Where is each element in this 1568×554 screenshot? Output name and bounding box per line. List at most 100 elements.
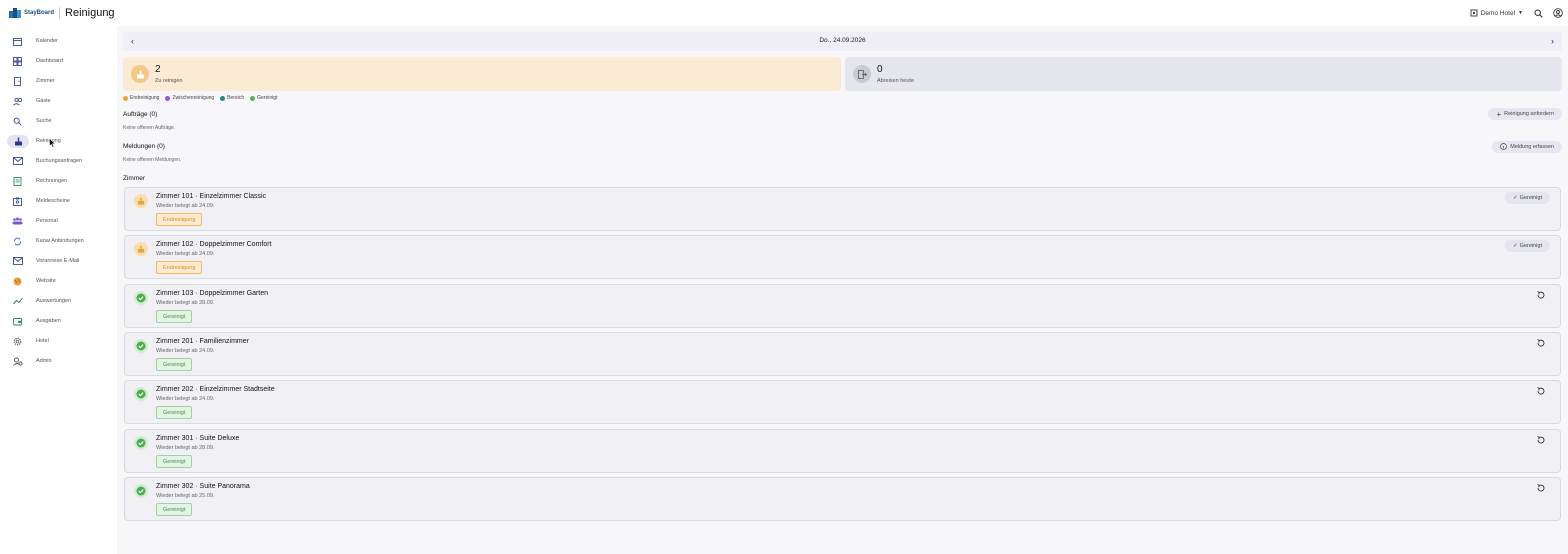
room-card: Zimmer 102 · Doppelzimmer Comfort Wieder… (124, 235, 1561, 279)
sidebar-item-rechnungen[interactable]: Rechnungen (0, 173, 117, 189)
sidebar-item-hotel[interactable]: Hotel (0, 333, 117, 349)
plus-icon: + (1496, 109, 1502, 119)
undo-icon[interactable] (1536, 435, 1546, 445)
check-circle-icon (134, 291, 148, 305)
sidebar-item-label: Buchungsanfragen (36, 158, 83, 164)
sidebar-item-label: Kanal Anbindungen (36, 238, 84, 244)
check-icon: ✓ (1513, 195, 1518, 201)
undo-icon[interactable] (1536, 338, 1546, 348)
stat-card-to-clean[interactable]: 2 Zu reinigen (123, 57, 841, 91)
admin-icon (12, 356, 23, 367)
room-card: Zimmer 101 · Einzelzimmer Classic Wieder… (124, 187, 1561, 231)
room-card: Zimmer 301 · Suite Deluxe Wieder belegt … (124, 429, 1561, 473)
sidebar-item-suche[interactable]: Suche (0, 113, 117, 129)
main-content: ‹ Do., 24.09.2026 › 2 Zu reinigen 0 Abre… (117, 26, 1568, 554)
broom-icon (7, 134, 29, 148)
sidebar-item-meldescheine[interactable]: Meldescheine (0, 193, 117, 209)
sidebar-item-label: Zimmer (36, 78, 55, 84)
envelope-icon (12, 256, 23, 267)
sync-icon (12, 236, 23, 247)
sidebar-item-personal[interactable]: Personal (0, 213, 117, 229)
sidebar-item-reinigung[interactable]: Reinigung (0, 133, 117, 149)
sidebar-item-label: Kalender (36, 38, 59, 44)
request-cleaning-button[interactable]: + Reinigung anfordern (1488, 108, 1562, 120)
stat-value: 0 (877, 64, 883, 75)
sidebar-item-website[interactable]: Website (0, 273, 117, 289)
hotel-selector[interactable]: Demo Hotel ▼ (1470, 9, 1523, 17)
undo-icon[interactable] (1536, 386, 1546, 396)
sidebar-item-auswertungen[interactable]: Auswertungen (0, 293, 117, 309)
chevron-down-icon: ▼ (1518, 10, 1523, 16)
room-occupancy: Wieder belegt ab 24.09. (156, 251, 215, 257)
sidebar-item-kalender[interactable]: Kalender (0, 33, 117, 49)
check-circle-icon (134, 339, 148, 353)
sidebar-item-kanal[interactable]: Kanal Anbindungen (0, 233, 117, 249)
sidebar-item-admin[interactable]: Admin (0, 353, 117, 369)
sidebar-item-voranreise[interactable]: Voranreise E-Mail (0, 253, 117, 269)
status-badge: Gereinigt (156, 358, 193, 371)
broom-icon (134, 242, 148, 256)
account-icon[interactable] (1553, 8, 1563, 18)
dashboard-icon (12, 56, 23, 67)
room-name: Zimmer 302 · Suite Panorama (156, 483, 250, 490)
status-badge: Endreinigung (156, 213, 203, 226)
sidebar-item-label: Hotel (36, 338, 49, 344)
sidebar: Kalender Dashboard Zimmer Gäste Suche Re… (0, 26, 117, 554)
check-icon: ✓ (1513, 243, 1518, 249)
chart-icon (12, 296, 23, 307)
sidebar-item-label: Meldescheine (36, 198, 70, 204)
chevron-right-icon[interactable]: › (1551, 36, 1554, 46)
sidebar-item-dashboard[interactable]: Dashboard (0, 53, 117, 69)
legend-item: Bereich (220, 95, 244, 101)
create-report-button[interactable]: Meldung erfassen (1492, 141, 1562, 153)
button-label: Meldung erfassen (1510, 144, 1554, 150)
search-icon[interactable] (1533, 8, 1543, 18)
sidebar-item-label: Gäste (36, 98, 51, 104)
room-occupancy: Wieder belegt ab 28.09. (156, 300, 215, 306)
check-circle-icon (134, 484, 148, 498)
sidebar-item-ausgaben[interactable]: Ausgaben (0, 313, 117, 329)
app-header: StayBoard Reinigung Demo Hotel ▼ (0, 0, 1568, 26)
status-badge: Gereinigt (156, 455, 193, 468)
room-card: Zimmer 103 · Doppelzimmer Garten Wieder … (124, 284, 1561, 328)
room-occupancy: Wieder belegt ab 28.09. (156, 445, 215, 451)
sidebar-item-label: Ausgaben (36, 318, 61, 324)
room-card: Zimmer 201 · Familienzimmer Wieder beleg… (124, 332, 1561, 376)
stat-card-departures[interactable]: 0 Abreisen heute (845, 57, 1562, 91)
gear-icon (12, 336, 23, 347)
rooms-title: Zimmer (123, 175, 146, 182)
legend-item: Endreinigung (123, 95, 159, 101)
reports-empty: Keine offenen Meldungen. (123, 157, 182, 163)
hotel-name: Demo Hotel (1480, 9, 1516, 17)
sidebar-item-gaeste[interactable]: Gäste (0, 93, 117, 109)
status-badge: Gereinigt (156, 310, 193, 323)
reports-title: Meldungen (0) (123, 143, 165, 150)
building-icon (1470, 9, 1478, 17)
sidebar-item-label: Suche (36, 118, 52, 124)
status-badge: Endreinigung (156, 261, 203, 274)
orders-title: Aufträge (0) (123, 111, 158, 118)
room-name: Zimmer 202 · Einzelzimmer Stadtseite (156, 386, 275, 393)
room-occupancy: Wieder belegt ab 24.09. (156, 396, 215, 402)
legend-item: Gereinigt (250, 95, 277, 101)
date-navigator: ‹ Do., 24.09.2026 › (123, 32, 1562, 51)
calendar-icon (12, 36, 23, 47)
undo-icon[interactable] (1536, 290, 1546, 300)
team-icon (12, 216, 23, 227)
sidebar-item-zimmer[interactable]: Zimmer (0, 73, 117, 89)
info-icon (1500, 142, 1508, 152)
search-icon (12, 116, 23, 127)
room-name: Zimmer 101 · Einzelzimmer Classic (156, 193, 267, 200)
sidebar-item-buchungsanfragen[interactable]: Buchungsanfragen (0, 153, 117, 169)
mark-cleaned-button[interactable]: ✓ Gereinigt (1505, 192, 1550, 204)
room-name: Zimmer 102 · Doppelzimmer Comfort (156, 241, 272, 248)
undo-icon[interactable] (1536, 483, 1546, 493)
status-badge: Gereinigt (156, 503, 193, 516)
logo-text: StayBoard (24, 10, 55, 16)
sidebar-item-label: Website (36, 278, 56, 284)
door-icon (12, 76, 23, 87)
mark-cleaned-button[interactable]: ✓ Gereinigt (1505, 240, 1550, 252)
button-label: Gereinigt (1519, 195, 1542, 201)
logo[interactable]: StayBoard (8, 0, 54, 26)
header-divider (59, 7, 61, 19)
